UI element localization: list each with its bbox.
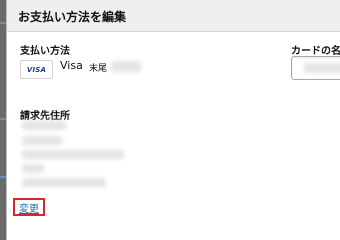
redacted-billing-address — [20, 121, 140, 191]
edit-payment-modal: お支払い方法を編集 支払い方法 VISA Visa 末尾 カードの名 請求先住所… — [6, 0, 340, 240]
change-address-link[interactable]: 変更 — [13, 198, 45, 216]
redacted-address-line — [22, 150, 124, 159]
card-suffix-label: 末尾 — [89, 64, 108, 74]
billing-address-label: 請求先住所 — [20, 111, 70, 122]
visa-card-icon: VISA — [20, 60, 53, 79]
modal-header: お支払い方法を編集 — [7, 0, 340, 32]
visa-logo-text: VISA — [26, 65, 47, 74]
redacted-address-line — [22, 121, 66, 130]
redacted-address-line — [22, 136, 62, 145]
modal-title: お支払い方法を編集 — [18, 10, 127, 24]
redacted-card-number — [111, 61, 141, 72]
payment-method-label: 支払い方法 — [20, 46, 70, 57]
card-brand: Visa — [60, 59, 83, 72]
card-name-label: カードの名 — [291, 46, 340, 57]
cardholder-name-input[interactable] — [291, 56, 340, 80]
redacted-address-line — [22, 164, 44, 173]
redacted-address-line — [22, 178, 106, 187]
redacted-cardholder-name — [304, 63, 340, 73]
